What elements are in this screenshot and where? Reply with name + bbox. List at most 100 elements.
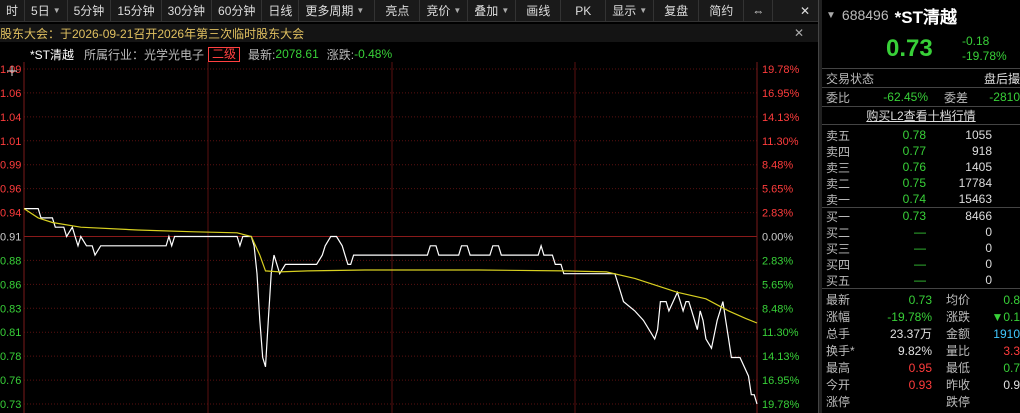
average-line	[23, 208, 758, 324]
bid-book: 买一 0.73 8466 买二 —0 买三 —0 买四 —0 买五 —0	[822, 207, 1020, 288]
left-tick-label: 0.96	[0, 184, 21, 196]
price-change: -0.18	[962, 34, 990, 48]
weibi-label: 委比	[826, 90, 851, 105]
chevron-down-icon[interactable]: ▼	[826, 10, 836, 21]
buy-l2-link[interactable]: 购买L2查看十档行情	[822, 106, 1020, 125]
chevron-down-icon: ▼	[453, 6, 462, 15]
left-tick-label: 0.86	[0, 279, 21, 291]
change-value: -0.48%	[354, 47, 393, 61]
left-tick-label: 0.88	[0, 255, 21, 267]
left-tick-label: 0.94	[0, 208, 21, 220]
tab-5min[interactable]: 5分钟	[68, 0, 112, 21]
price-row: 0.73 -0.18 -19.78%	[822, 30, 1020, 68]
industry-label: 所属行业：光学光电子	[84, 47, 205, 62]
stats-row: 涨停 跌停	[826, 395, 970, 409]
intraday-chart[interactable]: 1.09 1.06 1.04 1.01 0.99 0.96 0.94 0.91 0.88 0.86…	[0, 62, 818, 413]
pk-button[interactable]: PK	[561, 0, 607, 21]
chart-series	[23, 208, 758, 405]
tab-daily[interactable]: 日线	[262, 0, 300, 21]
right-tick-label: 5.65%	[762, 184, 793, 196]
chevron-down-icon: ▼	[52, 6, 61, 15]
bid-row: 买三 —0	[826, 241, 992, 256]
overlay-button[interactable]: 叠加 ▼	[468, 0, 517, 21]
left-tick-label: 1.01	[0, 136, 21, 148]
right-tick-label: 16.95%	[762, 88, 800, 100]
stats-table: 最新 0.73 均价 0.8 涨幅 -19.78% 涨跌 ▼0.1 总手 23.37万 金额 19…	[822, 288, 1020, 410]
chevron-down-icon: ▼	[639, 6, 648, 15]
left-tick-label: 0.78	[0, 351, 21, 363]
replay-button[interactable]: 复盘	[654, 0, 700, 21]
stock-code: 688496	[841, 7, 889, 23]
left-tick-label: 0.99	[0, 160, 21, 172]
left-tick-label: 1.04	[0, 112, 21, 124]
right-tick-label: 8.48%	[762, 160, 793, 172]
weibi-value: -62.45%	[883, 90, 928, 104]
weicha-value: -2810	[989, 90, 1020, 104]
notice-text: 股东大会：于2026-09-21召开2026年第三次临时股东大会	[0, 26, 305, 41]
tab-more-periods[interactable]: 更多周期 ▼	[299, 0, 376, 21]
right-tick-label: 11.30%	[762, 327, 799, 339]
right-tick-label: 2.83%	[762, 208, 793, 220]
status-value: 盘后撮	[983, 71, 1020, 86]
left-tick-label: 0.76	[0, 375, 21, 387]
right-tick-label: 2.83%	[762, 255, 793, 267]
left-tick-label: 1.06	[0, 88, 21, 100]
right-tick-label: 0.00%	[762, 232, 793, 244]
display-button[interactable]: 显示 ▼	[606, 0, 655, 21]
ask-row: 卖一 0.74 15463	[826, 192, 992, 207]
expand-icon[interactable]: ⇔	[744, 0, 774, 21]
simple-button[interactable]: 简约	[699, 0, 745, 21]
right-tick-label: 19.78%	[762, 399, 800, 411]
ask-book: 卖五 0.78 1055 卖四 0.77 918 卖三 0.76 1405 卖二 0.75 17…	[822, 125, 1020, 207]
draw-button[interactable]: 画线	[516, 0, 562, 21]
latest-value: 2078.61	[275, 47, 319, 61]
right-tick-label: 19.78%	[762, 64, 800, 76]
right-axis: 19.78% 16.95% 14.13% 11.30% 8.48% 5.65% 2.83% 0…	[762, 64, 800, 411]
level-badge[interactable]: 二级	[208, 46, 241, 62]
quote-header: ▼ 688496 *ST清越	[822, 0, 1020, 30]
stock-name: *ST清越	[30, 47, 75, 62]
weicha-label: 委差	[943, 90, 968, 105]
right-tick-label: 16.95%	[762, 375, 800, 387]
stats-row: 换手* 9.82% 量比 3.3	[826, 343, 1020, 359]
right-tick-label: 11.30%	[762, 136, 799, 148]
tab-intraday[interactable]: 时	[0, 0, 26, 21]
chevron-down-icon: ▼	[501, 6, 510, 15]
notice-bar: 股东大会：于2026-09-21召开2026年第三次临时股东大会 ✕	[0, 24, 818, 42]
weibi-row: 委比 -62.45% 委差 -2810	[822, 87, 1020, 106]
status-row: 交易状态 盘后撮	[822, 68, 1020, 87]
price-line	[24, 208, 758, 405]
left-tick-label: 1.09	[0, 64, 21, 76]
tab-15min[interactable]: 15分钟	[111, 0, 162, 21]
chevron-down-icon: ▼	[356, 6, 365, 15]
chart-info-row: *ST清越 所属行业：光学光电子 二级 最新: 2078.61 涨跌: -0.4…	[0, 45, 818, 63]
bid-row: 买一 0.73 8466	[826, 209, 992, 224]
ask-row: 卖二 0.75 17784	[826, 176, 992, 191]
stats-row: 涨幅 -19.78% 涨跌 ▼0.1	[826, 309, 1020, 325]
quote-panel: ▼ 688496 *ST清越 0.73 -0.18 -19.78% 交易状态 盘…	[822, 0, 1020, 413]
stats-row: 总手 23.37万 金额 1910	[826, 326, 1020, 342]
change-label: 涨跌:	[326, 47, 355, 62]
tab-60min[interactable]: 60分钟	[212, 0, 263, 21]
period-toolbar: 时 5日 ▼ 5分钟 15分钟 30分钟 60分钟 日线 更多周期 ▼ 亮点 竞价 ▼…	[0, 0, 818, 22]
close-icon[interactable]: ✕	[792, 0, 818, 21]
tab-5day[interactable]: 5日 ▼	[25, 0, 68, 21]
ask-row: 卖三 0.76 1405	[826, 160, 992, 175]
right-tick-label: 14.13%	[762, 112, 800, 124]
stats-row: 最新 0.73 均价 0.8	[826, 292, 1020, 308]
auction-button[interactable]: 竞价 ▼	[420, 0, 469, 21]
bid-row: 买二 —0	[826, 225, 992, 240]
left-tick-label: 0.83	[0, 303, 21, 315]
ask-row: 卖四 0.77 918	[826, 144, 992, 159]
stats-row: 今开 0.93 昨收 0.9	[826, 377, 1020, 393]
highlights-button[interactable]: 亮点	[375, 0, 421, 21]
bid-row: 买四 —0	[826, 257, 992, 272]
close-icon[interactable]: ✕	[794, 24, 804, 42]
chart-grid	[23, 62, 758, 413]
left-tick-label: 0.81	[0, 327, 21, 339]
stats-row: 最高 0.95 最低 0.7	[826, 360, 1020, 376]
tab-30min[interactable]: 30分钟	[162, 0, 213, 21]
right-tick-label: 8.48%	[762, 303, 793, 315]
left-axis: 1.09 1.06 1.04 1.01 0.99 0.96 0.94 0.91 0.88 0.86…	[0, 64, 21, 411]
right-tick-label: 5.65%	[762, 279, 793, 291]
